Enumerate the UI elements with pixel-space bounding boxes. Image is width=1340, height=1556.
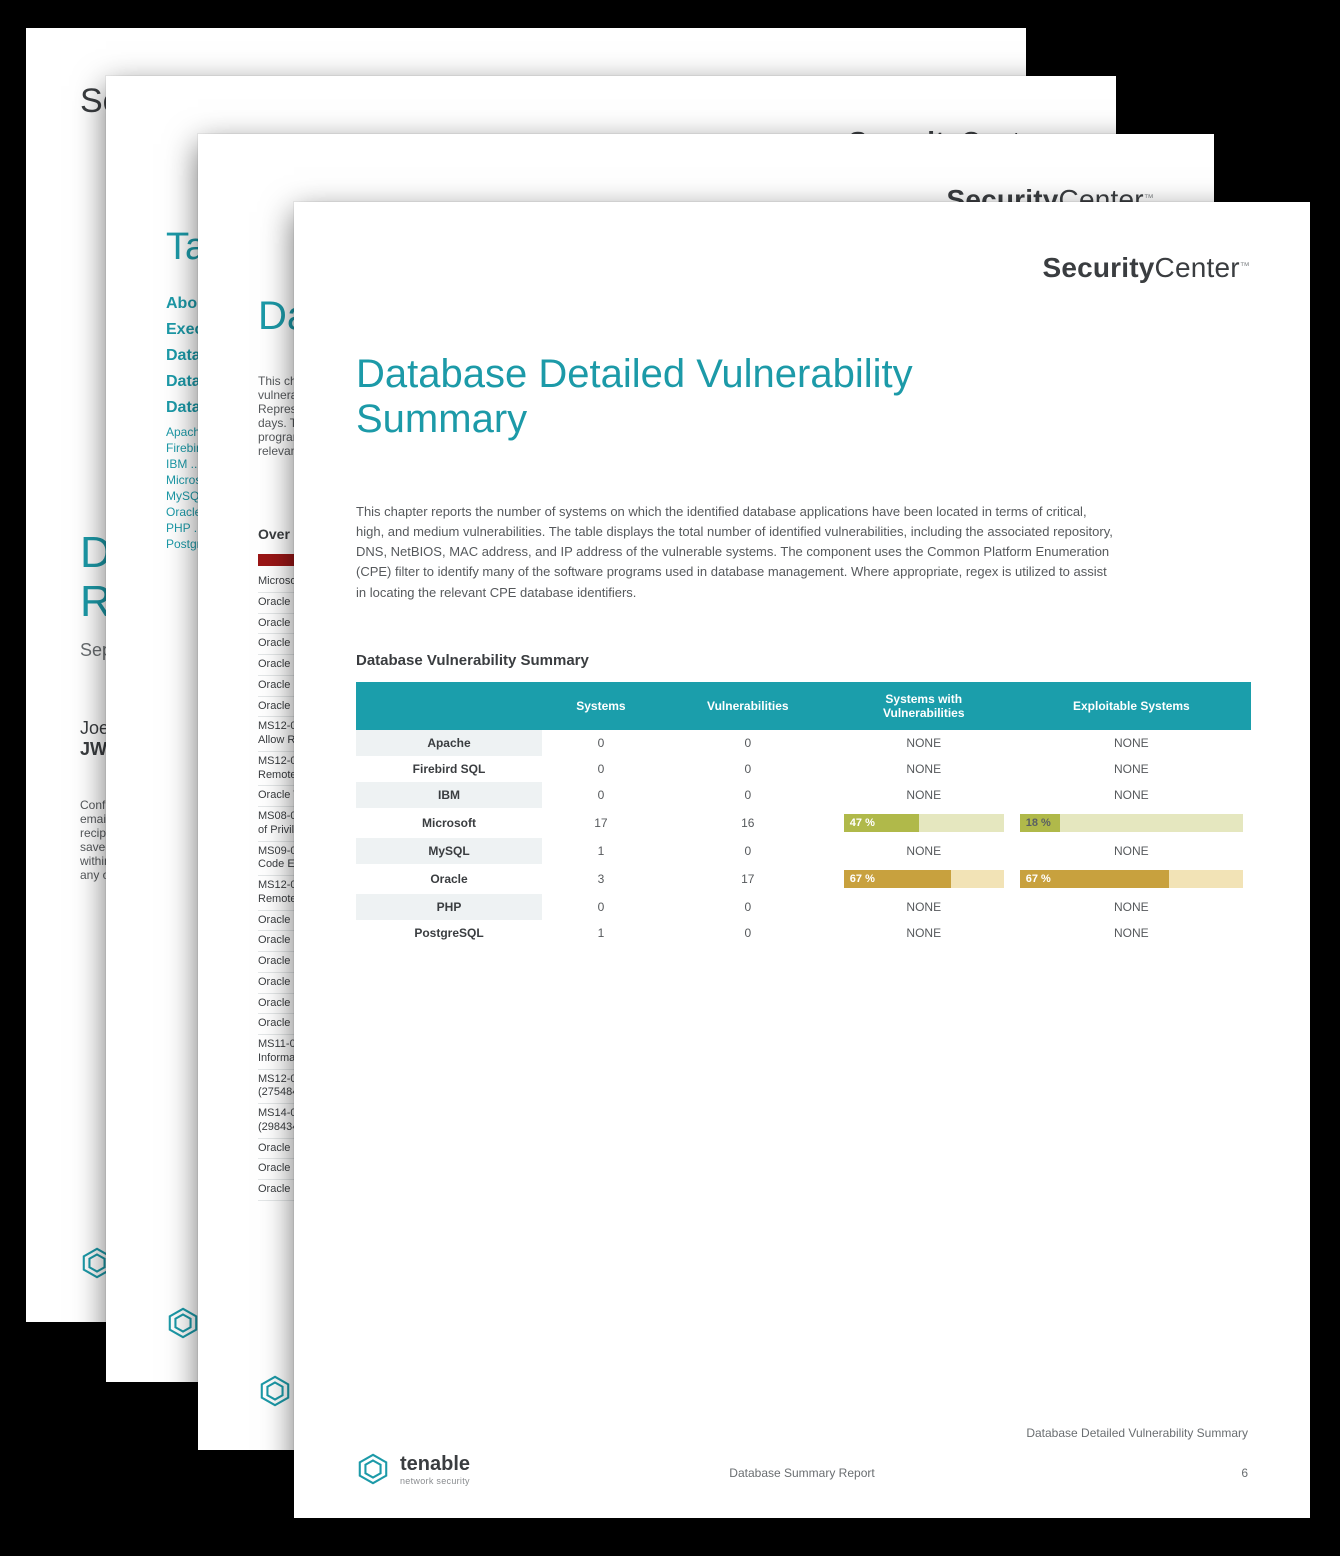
table-row: PostgreSQL10NONENONE	[356, 920, 1251, 946]
cell-swv: NONE	[836, 782, 1012, 808]
title-l1: Database Detailed Vulnerability	[356, 352, 913, 397]
brand: SecurityCenter™	[1042, 252, 1250, 284]
row-label: Apache	[356, 730, 542, 756]
col-header: Vulnerabilities	[660, 682, 836, 730]
tenable-logo: tenablenetwork security	[356, 1452, 470, 1486]
row-label: IBM	[356, 782, 542, 808]
page-4: SecurityCenter™ Database Detailed Vulner…	[294, 202, 1310, 1518]
col-header	[356, 682, 542, 730]
cell-vulns: 0	[660, 782, 836, 808]
cell-systems: 1	[542, 838, 660, 864]
cell-swv: NONE	[836, 730, 1012, 756]
bar-cell: 67 %	[1012, 864, 1251, 894]
table-row: Apache00NONENONE	[356, 730, 1251, 756]
cell-exp: NONE	[1012, 730, 1251, 756]
cell-systems: 0	[542, 782, 660, 808]
cell-exp: NONE	[1012, 920, 1251, 946]
cell-systems: 3	[542, 864, 660, 894]
tenable-mark-icon	[166, 1306, 200, 1340]
row-label: PostgreSQL	[356, 920, 542, 946]
cell-systems: 1	[542, 920, 660, 946]
row-label: MySQL	[356, 838, 542, 864]
tenable-mark-icon	[356, 1452, 390, 1486]
bar-cell: 18 %	[1012, 808, 1251, 838]
cell-vulns: 16	[660, 808, 836, 838]
cell-vulns: 0	[660, 730, 836, 756]
cell-swv: NONE	[836, 756, 1012, 782]
cell-exp: NONE	[1012, 782, 1251, 808]
cell-exp: NONE	[1012, 756, 1251, 782]
cell-swv: NONE	[836, 920, 1012, 946]
table-row: Microsoft171647 %18 %	[356, 808, 1251, 838]
row-label: Oracle	[356, 864, 542, 894]
cell-vulns: 0	[660, 920, 836, 946]
title-l2: Summary	[356, 397, 913, 442]
table-title: Database Vulnerability Summary	[356, 652, 589, 669]
table-row: IBM00NONENONE	[356, 782, 1251, 808]
table-row: Firebird SQL00NONENONE	[356, 756, 1251, 782]
footer-center: Database Summary Report	[729, 1466, 874, 1480]
vuln-table-wrap: SystemsVulnerabilitiesSystems withVulner…	[356, 682, 1251, 946]
cell-swv: NONE	[836, 894, 1012, 920]
bar-cell: 47 %	[836, 808, 1012, 838]
stage: Se… Dat Rep Septer Joe W JWDC Confidenti…	[0, 0, 1340, 1556]
tenable-name: tenablenetwork security	[400, 1453, 470, 1486]
page4-title: Database Detailed Vulnerability Summary	[356, 352, 913, 442]
cell-swv: NONE	[836, 838, 1012, 864]
row-label: Firebird SQL	[356, 756, 542, 782]
vuln-table: SystemsVulnerabilitiesSystems withVulner…	[356, 682, 1251, 946]
cell-exp: NONE	[1012, 838, 1251, 864]
col-header: Systems	[542, 682, 660, 730]
table-row: Oracle31767 %67 %	[356, 864, 1251, 894]
cell-systems: 0	[542, 756, 660, 782]
cell-vulns: 0	[660, 894, 836, 920]
cell-systems: 17	[542, 808, 660, 838]
cell-vulns: 17	[660, 864, 836, 894]
footer-page: 6	[1241, 1466, 1248, 1480]
bar-cell: 67 %	[836, 864, 1012, 894]
col-header: Exploitable Systems	[1012, 682, 1251, 730]
page4-intro: This chapter reports the number of syste…	[356, 502, 1116, 603]
col-header: Systems withVulnerabilities	[836, 682, 1012, 730]
table-row: MySQL10NONENONE	[356, 838, 1251, 864]
cell-systems: 0	[542, 894, 660, 920]
footer-upper: Database Detailed Vulnerability Summary	[1026, 1426, 1248, 1440]
table-row: PHP00NONENONE	[356, 894, 1251, 920]
cell-exp: NONE	[1012, 894, 1251, 920]
row-label: Microsoft	[356, 808, 542, 838]
cell-vulns: 0	[660, 838, 836, 864]
tenable-mark-icon	[258, 1374, 292, 1408]
row-label: PHP	[356, 894, 542, 920]
cell-systems: 0	[542, 730, 660, 756]
cell-vulns: 0	[660, 756, 836, 782]
